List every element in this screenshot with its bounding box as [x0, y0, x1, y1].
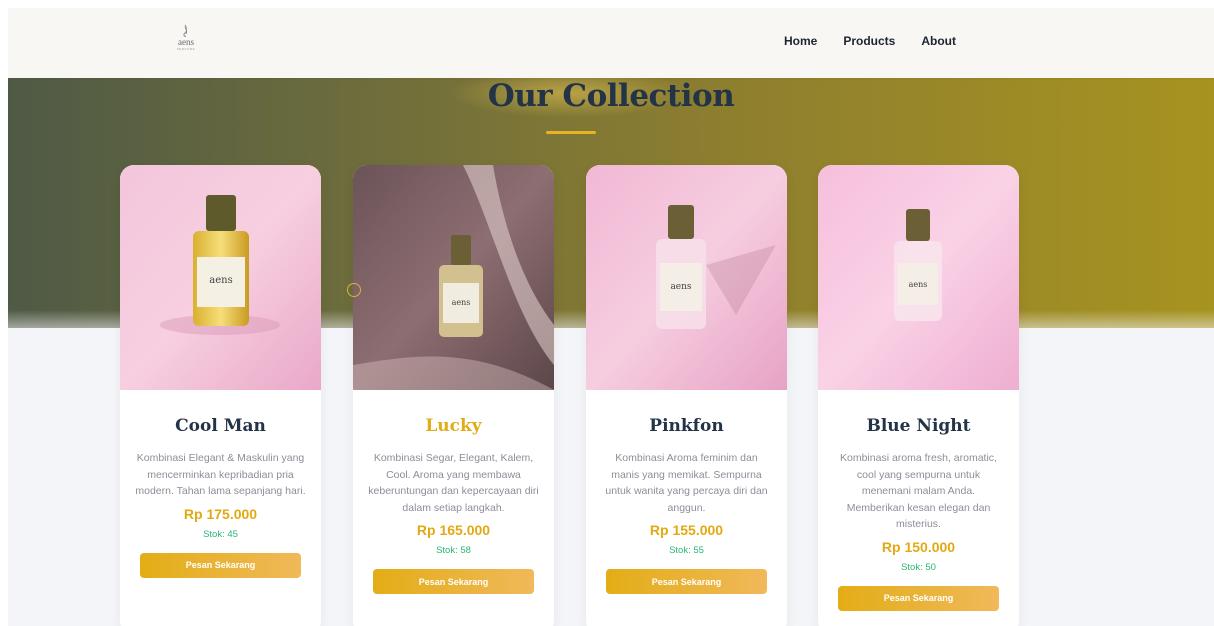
flame-logo-icon: [183, 24, 188, 37]
order-now-button[interactable]: Pesan Sekarang: [140, 552, 301, 578]
product-description: Kombinasi aroma fresh, aromatic, cool ya…: [840, 452, 997, 530]
title-underline: [546, 131, 596, 134]
product-card-blue-night: aens Blue Night Kombinasi aroma fresh, a…: [818, 165, 1019, 626]
product-image: aens: [120, 165, 321, 390]
brand-sub: PERFUME: [176, 47, 196, 51]
navbar: aens PERFUME Home Products About: [8, 8, 1214, 78]
svg-text:aens: aens: [209, 275, 232, 286]
product-name: Pinkfon: [649, 416, 724, 436]
product-card-lucky: aens Lucky Kombinasi Segar, Elegant, Kal…: [353, 165, 554, 626]
product-stock: Stok: 58: [436, 545, 471, 556]
order-now-button[interactable]: Pesan Sekarang: [606, 569, 767, 594]
section-title: Our Collection: [487, 78, 735, 114]
perfume-bottle-image: aens: [353, 165, 554, 390]
svg-text:aens: aens: [452, 298, 471, 307]
order-now-button[interactable]: Pesan Sekarang: [838, 585, 999, 611]
product-grid: aens Cool Man Kombinasi Elegant & Maskul…: [8, 165, 1214, 626]
product-image: aens: [353, 165, 554, 390]
product-stock: Stok: 55: [669, 545, 704, 556]
product-name: Cool Man: [175, 416, 266, 436]
product-image: aens: [818, 165, 1019, 390]
perfume-bottle-image: aens: [586, 165, 787, 390]
product-description: Kombinasi Aroma feminim dan manis yang m…: [605, 452, 768, 514]
product-description: Kombinasi Elegant & Maskulin yang mencer…: [135, 452, 306, 497]
product-price: Rp 175.000: [183, 505, 258, 522]
page: aens PERFUME Home Products About Our Col…: [8, 8, 1214, 626]
product-price: Rp 150.000: [881, 538, 956, 555]
nav-links: Home Products About: [784, 34, 956, 48]
brand-name: aens: [178, 37, 194, 47]
nav-about[interactable]: About: [921, 34, 956, 48]
product-price: Rp 165.000: [416, 522, 491, 538]
product-stock: Stok: 45: [203, 528, 238, 540]
brand-logo[interactable]: aens PERFUME: [171, 24, 201, 51]
perfume-bottle-image: aens: [120, 165, 321, 390]
product-name: Lucky: [425, 416, 482, 436]
product-price: Rp 155.000: [649, 522, 724, 538]
product-name: Blue Night: [866, 416, 971, 436]
product-stock: Stok: 50: [901, 561, 936, 573]
product-image: aens: [586, 165, 787, 390]
product-description: Kombinasi Segar, Elegant, Kalem, Cool. A…: [368, 452, 539, 514]
perfume-bottle-image: aens: [818, 165, 1019, 390]
nav-home[interactable]: Home: [784, 34, 817, 48]
cursor-ring: [347, 283, 361, 297]
svg-text:aens: aens: [909, 280, 928, 289]
product-card-pinkfon: aens Pinkfon Kombinasi Aroma feminim dan…: [586, 165, 787, 626]
order-now-button[interactable]: Pesan Sekarang: [373, 569, 534, 594]
nav-products[interactable]: Products: [843, 34, 895, 48]
product-card-cool-man: aens Cool Man Kombinasi Elegant & Maskul…: [120, 165, 321, 626]
svg-text:aens: aens: [670, 282, 691, 292]
